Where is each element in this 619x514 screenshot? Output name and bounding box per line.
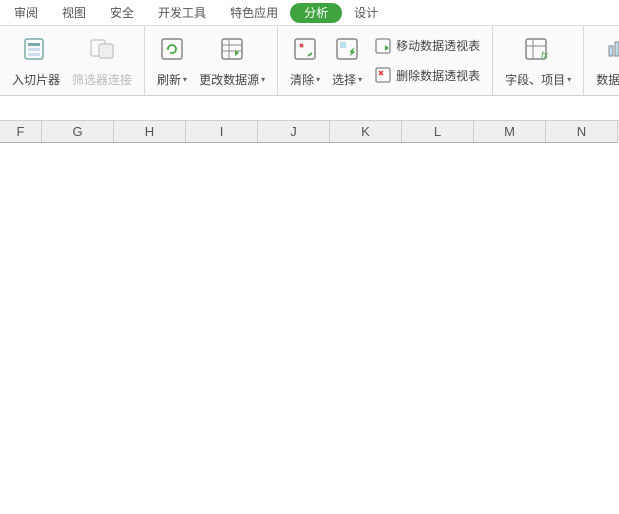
column-header[interactable]: I [186, 121, 258, 143]
fields-items-icon: fx [523, 33, 553, 65]
ribbon-group-data: 刷新 ▾ 更改数据源 ▾ [145, 26, 278, 95]
column-header[interactable]: K [330, 121, 402, 143]
delete-pivot-icon [374, 66, 392, 84]
move-pivot-icon [374, 37, 392, 55]
refresh-button[interactable]: 刷新 ▾ [151, 30, 193, 91]
menu-tabs: 审阅 视图 安全 开发工具 特色应用 分析 设计 [0, 0, 619, 26]
tab-view[interactable]: 视图 [50, 0, 98, 26]
clear-icon [292, 33, 318, 65]
column-headers-row: F G H I J K L M N [0, 121, 619, 143]
filter-connection-button[interactable]: 筛选器连接 [66, 30, 138, 91]
tab-security[interactable]: 安全 [98, 0, 146, 26]
dropdown-arrow-icon: ▾ [183, 75, 187, 84]
ribbon-group-actions: 清除 ▾ 选择 ▾ 移动数据透视表 [278, 26, 493, 95]
svg-text:fx: fx [541, 50, 549, 60]
column-header[interactable]: F [0, 121, 42, 143]
column-header[interactable]: N [546, 121, 618, 143]
tab-design[interactable]: 设计 [342, 0, 390, 26]
dropdown-arrow-icon: ▾ [261, 75, 265, 84]
column-header[interactable]: J [258, 121, 330, 143]
fields-items-label: 字段、项目 [505, 71, 565, 88]
ribbon-group-fields: fx 字段、项目 ▾ [493, 26, 584, 95]
select-icon [334, 33, 360, 65]
ribbon-group-pivot-ops: 移动数据透视表 删除数据透视表 [368, 30, 486, 91]
filter-connection-label: 筛选器连接 [72, 71, 132, 88]
ribbon-group-pivotview: 数据透视 [584, 26, 619, 95]
spreadsheet-grid[interactable] [0, 143, 619, 514]
change-source-icon [219, 33, 245, 65]
insert-slicer-label: 入切片器 [12, 71, 60, 88]
fields-items-button[interactable]: fx 字段、项目 ▾ [499, 30, 577, 91]
refresh-icon [159, 33, 185, 65]
delete-pivot-button[interactable]: 删除数据透视表 [374, 64, 480, 88]
column-header[interactable]: L [402, 121, 474, 143]
pivot-view-label: 数据透视 [596, 71, 619, 88]
change-source-button[interactable]: 更改数据源 ▾ [193, 30, 271, 91]
move-pivot-button[interactable]: 移动数据透视表 [374, 34, 480, 58]
tab-analysis[interactable]: 分析 [290, 3, 342, 23]
tab-special[interactable]: 特色应用 [218, 0, 290, 26]
tab-review[interactable]: 审阅 [2, 0, 50, 26]
refresh-label: 刷新 [157, 71, 181, 88]
move-pivot-label: 移动数据透视表 [396, 37, 480, 54]
ribbon-toolbar: 入切片器 筛选器连接 刷新 ▾ 更改数据源 ▾ [0, 26, 619, 96]
column-header[interactable]: M [474, 121, 546, 143]
column-header[interactable]: G [42, 121, 114, 143]
ribbon-group-slicer: 入切片器 筛选器连接 [0, 26, 145, 95]
pivot-view-button[interactable]: 数据透视 [590, 30, 619, 91]
slicer-icon [23, 33, 49, 65]
column-header[interactable]: H [114, 121, 186, 143]
clear-label: 清除 [290, 71, 314, 88]
insert-slicer-button[interactable]: 入切片器 [6, 30, 66, 91]
pivot-view-icon [605, 33, 619, 65]
dropdown-arrow-icon: ▾ [567, 75, 571, 84]
select-button[interactable]: 选择 ▾ [326, 30, 368, 91]
clear-button[interactable]: 清除 ▾ [284, 30, 326, 91]
tab-devtools[interactable]: 开发工具 [146, 0, 218, 26]
delete-pivot-label: 删除数据透视表 [396, 67, 480, 84]
filter-connection-icon [89, 33, 115, 65]
dropdown-arrow-icon: ▾ [358, 75, 362, 84]
formula-bar[interactable] [0, 96, 619, 121]
select-label: 选择 [332, 71, 356, 88]
dropdown-arrow-icon: ▾ [316, 75, 320, 84]
change-source-label: 更改数据源 [199, 71, 259, 88]
